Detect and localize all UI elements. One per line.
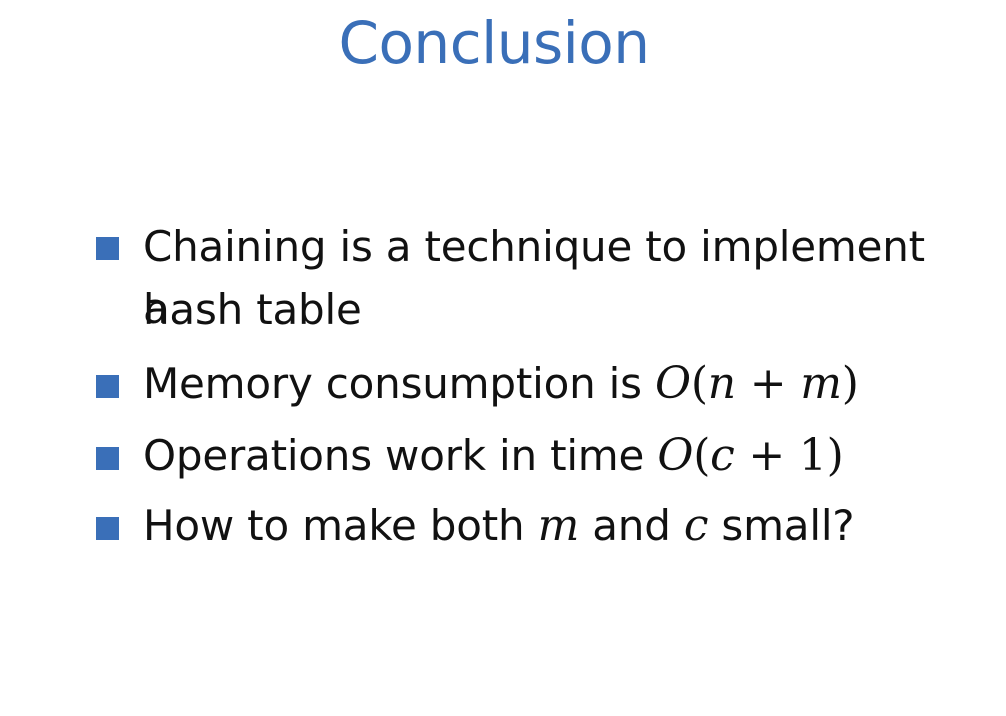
math-var-m: m <box>800 358 842 409</box>
math-var-c: c <box>683 500 709 551</box>
bullet-list: Chaining is a technique to implement a h… <box>0 0 1006 716</box>
bullet-square-icon <box>96 447 119 470</box>
math-paren-close: ) <box>826 430 844 481</box>
bullet-label: How to make both <box>143 501 538 550</box>
bullet-text: Operations work in time O(c + 1) <box>143 425 943 487</box>
bullet-label: Operations work in time <box>143 431 658 480</box>
bullet-square-icon <box>96 375 119 398</box>
bullet-text: How to make both m and c small? <box>143 495 943 557</box>
math-var-n: n <box>707 358 736 409</box>
math-paren-close: ) <box>841 358 859 409</box>
bullet-square-icon <box>96 237 119 260</box>
slide: Conclusion Chaining is a technique to im… <box>0 0 1006 716</box>
math-var-m: m <box>537 500 580 551</box>
math-big-o: O <box>654 358 691 409</box>
math-var-c: c <box>710 430 735 481</box>
bullet-label: Memory consumption is <box>143 359 655 408</box>
bullet-label: and <box>579 501 684 550</box>
math-plus: + <box>735 358 801 409</box>
math-big-o: O <box>657 430 694 481</box>
bullet-square-icon <box>96 517 119 540</box>
bullet-text: Memory consumption is O(n + m) <box>143 353 943 415</box>
math-plus: + <box>734 430 799 481</box>
math-number: 1 <box>798 430 827 481</box>
math-paren-open: ( <box>693 430 711 481</box>
bullet-text-line: hash table <box>143 285 362 334</box>
math-paren-open: ( <box>690 358 708 409</box>
bullet-label: small? <box>708 501 855 550</box>
